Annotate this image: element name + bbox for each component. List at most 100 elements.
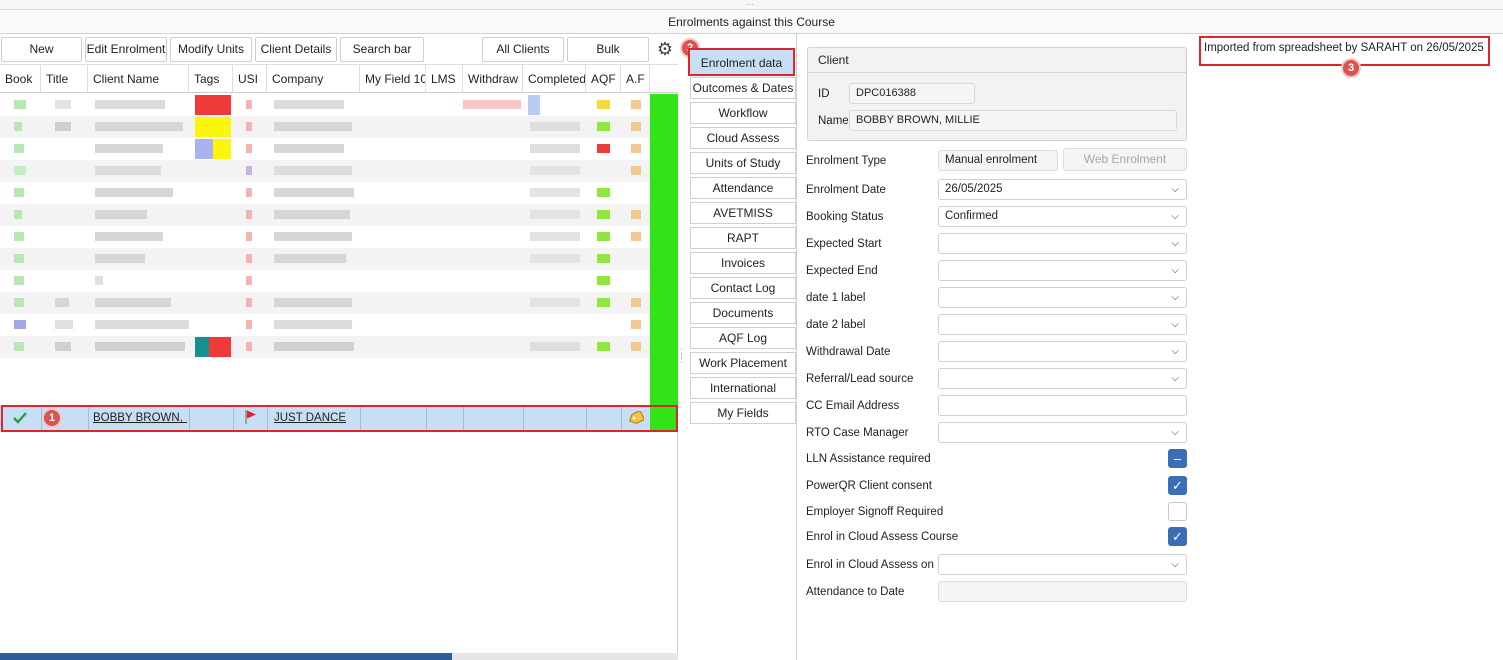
search-bar-button[interactable]: Search bar	[340, 37, 424, 62]
column-header-title[interactable]: Title	[41, 65, 88, 93]
new-enrolment-button[interactable]: New Enrolment	[1, 37, 82, 79]
tab-enrolment-data[interactable]: Enrolment data	[688, 48, 795, 76]
tab-workflow[interactable]: Workflow	[690, 102, 796, 124]
client-id-label: ID	[818, 88, 830, 100]
gear-icon[interactable]: ⚙	[654, 38, 676, 60]
column-header-usi[interactable]: USI	[233, 65, 267, 93]
column-header-aqf[interactable]: AQF	[586, 65, 621, 93]
tab-work-placement[interactable]: Work Placement	[690, 352, 796, 374]
chevron-down-icon[interactable]: ⌵	[1171, 234, 1179, 253]
employer-signoff-checkbox[interactable]	[1168, 502, 1187, 521]
column-header-af[interactable]: A.F	[621, 65, 650, 93]
chevron-down-icon[interactable]: ⌵	[1171, 342, 1179, 361]
client-card: Client ID DPC016388 Name BOBBY BROWN, MI…	[807, 47, 1187, 141]
column-header-company[interactable]: Company	[267, 65, 360, 93]
horizontal-scrollbar-thumb[interactable]	[0, 653, 452, 660]
table-row[interactable]	[0, 292, 650, 314]
edit-enrolment-button[interactable]: Edit Enrolment	[85, 37, 167, 62]
tab-aqf-log[interactable]: AQF Log	[690, 327, 796, 349]
tab-units-of-study[interactable]: Units of Study	[690, 152, 796, 174]
table-row[interactable]	[0, 204, 650, 226]
web-enrolment-button[interactable]: Web Enrolment	[1063, 148, 1187, 171]
date-1-label: date 1 label	[806, 292, 866, 304]
notes-panel	[1198, 34, 1503, 660]
selected-row-highlight	[1, 405, 678, 432]
all-clients-button[interactable]: All Clients	[482, 37, 564, 62]
enrol-cloud-assess-on-dropdown[interactable]: ⌵	[938, 554, 1187, 575]
referral-lead-source-dropdown[interactable]: ⌵	[938, 368, 1187, 389]
chevron-down-icon[interactable]: ⌵	[1171, 180, 1179, 199]
tab-invoices[interactable]: Invoices	[690, 252, 796, 274]
column-header-client-name[interactable]: Client Name	[88, 65, 189, 93]
column-header-my-field-10[interactable]: My Field 10	[360, 65, 426, 93]
column-header-lms[interactable]: LMS	[426, 65, 463, 93]
tab-outcomes-dates[interactable]: Outcomes & Dates	[690, 77, 796, 99]
expected-start-dropdown[interactable]: ⌵	[938, 233, 1187, 254]
splitter-handle-icon[interactable]: ⁚ ⁚ ⁚	[680, 348, 683, 365]
lln-assistance-label: LLN Assistance required	[806, 453, 931, 465]
powerqr-consent-label: PowerQR Client consent	[806, 480, 932, 492]
withdrawal-date-dropdown[interactable]: ⌵	[938, 341, 1187, 362]
referral-lead-source-label: Referral/Lead source	[806, 373, 914, 385]
tab-attendance[interactable]: Attendance	[690, 177, 796, 199]
modify-units-button[interactable]: Modify Units	[170, 37, 252, 62]
column-header-tags[interactable]: Tags	[189, 65, 233, 93]
tab-my-fields[interactable]: My Fields	[690, 402, 796, 424]
enrolment-type-label: Enrolment Type	[806, 155, 887, 167]
bulk-button[interactable]: Bulk	[567, 37, 649, 62]
checkmark-icon: ✓	[1172, 529, 1183, 544]
chevron-down-icon[interactable]: ⌵	[1171, 423, 1179, 442]
table-row[interactable]	[0, 270, 650, 292]
expected-start-label: Expected Start	[806, 238, 882, 250]
chevron-down-icon[interactable]: ⌵	[1171, 261, 1179, 280]
employer-signoff-label: Employer Signoff Required	[806, 506, 944, 518]
tab-rapt[interactable]: RAPT	[690, 227, 796, 249]
chevron-down-icon[interactable]: ⌵	[1171, 207, 1179, 226]
tab-documents[interactable]: Documents	[690, 302, 796, 324]
client-card-heading: Client	[808, 48, 1186, 73]
splitter-grip-icon[interactable]: ⋯	[746, 0, 755, 9]
table-row[interactable]	[0, 138, 650, 160]
tab-contact-log[interactable]: Contact Log	[690, 277, 796, 299]
rto-case-manager-dropdown[interactable]: ⌵	[938, 422, 1187, 443]
client-details-button[interactable]: Client Details	[255, 37, 337, 62]
table-row[interactable]	[0, 116, 650, 138]
top-splitter[interactable]: ⋯	[0, 0, 1503, 10]
date-1-dropdown[interactable]: ⌵	[938, 287, 1187, 308]
expected-end-label: Expected End	[806, 265, 878, 277]
enrol-cloud-assess-checkbox[interactable]: ✓	[1168, 527, 1187, 546]
booking-status-dropdown[interactable]: Confirmed ⌵	[938, 206, 1187, 227]
table-row[interactable]	[0, 94, 650, 116]
column-header-completed[interactable]: Completed	[523, 65, 586, 93]
withdrawal-date-label: Withdrawal Date	[806, 346, 891, 358]
enrolment-date-dropdown[interactable]: 26/05/2025 ⌵	[938, 179, 1187, 200]
chevron-down-icon[interactable]: ⌵	[1171, 288, 1179, 307]
chevron-down-icon[interactable]: ⌵	[1171, 369, 1179, 388]
powerqr-consent-checkbox[interactable]: ✓	[1168, 476, 1187, 495]
chevron-down-icon[interactable]: ⌵	[1171, 315, 1179, 334]
chevron-down-icon[interactable]: ⌵	[1171, 555, 1179, 574]
table-row[interactable]	[0, 248, 650, 270]
table-row[interactable]	[0, 226, 650, 248]
client-name-label: Name	[818, 115, 849, 127]
grid-header: Book Title Client Name Tags USI Company …	[0, 64, 678, 93]
date-2-label: date 2 label	[806, 319, 866, 331]
column-header-withdraw[interactable]: Withdraw	[463, 65, 523, 93]
booking-status-label: Booking Status	[806, 211, 884, 223]
table-row[interactable]	[0, 160, 650, 182]
date-2-dropdown[interactable]: ⌵	[938, 314, 1187, 335]
tab-cloud-assess[interactable]: Cloud Assess	[690, 127, 796, 149]
checkmark-icon: ✓	[1172, 478, 1183, 493]
tab-international[interactable]: International	[690, 377, 796, 399]
attendance-to-date-field	[938, 581, 1187, 602]
lln-assistance-checkbox[interactable]: –	[1168, 449, 1187, 468]
column-header-book[interactable]: Book	[0, 65, 41, 93]
booking-status-value: Confirmed	[945, 210, 999, 222]
enrolments-grid: Book Title Client Name Tags USI Company …	[0, 64, 678, 654]
table-row[interactable]	[0, 336, 650, 358]
tab-avetmiss[interactable]: AVETMISS	[690, 202, 796, 224]
table-row[interactable]	[0, 182, 650, 204]
table-row[interactable]	[0, 314, 650, 336]
cc-email-input[interactable]	[938, 395, 1187, 416]
expected-end-dropdown[interactable]: ⌵	[938, 260, 1187, 281]
